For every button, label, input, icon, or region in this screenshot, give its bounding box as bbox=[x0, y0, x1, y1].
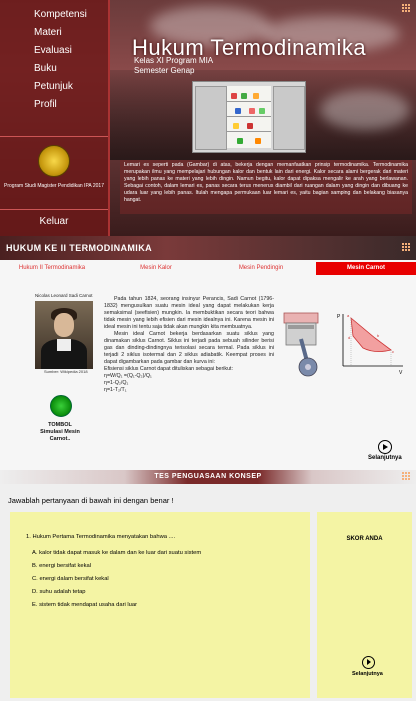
sidebar: Kompetensi Materi Evaluasi Buku Petunjuk… bbox=[0, 0, 110, 236]
tab-mesin-carnot[interactable]: Mesin Carnot bbox=[316, 262, 416, 275]
answer-option-c[interactable]: C. energi dalam bersifat kekal bbox=[32, 576, 109, 582]
materi-screen: HUKUM KE II TERMODINAMIKA Hukum II Termo… bbox=[0, 236, 416, 470]
sidebar-item-evaluasi[interactable]: Evaluasi bbox=[0, 42, 108, 60]
fridge-door bbox=[195, 86, 227, 150]
option-text: energi dalam bersifat kekal bbox=[39, 576, 109, 582]
sidebar-item-kompetensi[interactable]: Kompetensi bbox=[0, 6, 108, 24]
paragraph: Pada tahun 1824, seorang insinyur Peranc… bbox=[104, 296, 274, 330]
class-subtitle: Kelas XI Program MIA bbox=[134, 56, 214, 65]
paragraph: Mesin ideal Carnot bekerja berdasarkan s… bbox=[104, 331, 274, 365]
option-text: sistem tidak mendapat usaha dari luar bbox=[39, 602, 138, 608]
pv-point-d: d bbox=[348, 335, 350, 340]
quiz-header: TES PENGUASAAN KONSEP bbox=[0, 470, 416, 484]
simulation-caption: TOMBOL Simulasi Mesin Carnot.. bbox=[30, 422, 90, 443]
portrait-source: Sumber: Wikipedia 2018 bbox=[44, 369, 88, 374]
option-letter: B. bbox=[32, 563, 38, 569]
formula: η=1-T₂/T₁ bbox=[104, 387, 127, 393]
pv-axis-p: P bbox=[337, 314, 341, 320]
simulation-button[interactable] bbox=[50, 395, 72, 417]
next-button-label[interactable]: Selanjutnya bbox=[352, 671, 383, 677]
piston-engine-image bbox=[283, 312, 319, 377]
sidebar-item-buku[interactable]: Buku bbox=[0, 60, 108, 78]
fridge-interior bbox=[227, 86, 271, 148]
grid-menu-icon[interactable] bbox=[402, 243, 411, 252]
carnot-portrait bbox=[35, 301, 93, 369]
grid-menu-icon[interactable] bbox=[402, 4, 411, 13]
score-label: SKOR ANDA bbox=[346, 536, 383, 542]
refrigerator-image bbox=[192, 81, 306, 153]
answer-option-e[interactable]: E. sistem tidak mendapat usaha dari luar bbox=[32, 602, 137, 608]
simulation-caption-line2: Simulasi Mesin Carnot.. bbox=[40, 429, 80, 442]
play-circle-icon[interactable] bbox=[378, 440, 392, 454]
play-circle-icon[interactable] bbox=[362, 656, 375, 669]
next-button-label[interactable]: Selanjutnya bbox=[368, 455, 402, 461]
sidebar-item-profil[interactable]: Profil bbox=[0, 96, 108, 114]
portrait-caption: Nicolas Leonard Sadi Carnot bbox=[35, 293, 93, 298]
option-text: suhu adalah tetap bbox=[39, 589, 86, 595]
option-text: energi bersifat kekal bbox=[39, 563, 91, 569]
university-logo bbox=[38, 145, 70, 177]
answer-option-a[interactable]: A. kalor tidak dapat masuk ke dalam dan … bbox=[32, 550, 201, 556]
semester-subtitle: Semester Genap bbox=[134, 66, 195, 75]
home-screen: Kompetensi Materi Evaluasi Buku Petunjuk… bbox=[0, 0, 416, 236]
pv-point-a: a bbox=[347, 313, 350, 318]
grid-menu-icon[interactable] bbox=[402, 472, 411, 481]
formula: η=1-Q₂/Q₁ bbox=[104, 380, 129, 386]
answer-option-d[interactable]: D. suhu adalah tetap bbox=[32, 589, 86, 595]
intro-description: Lemari es seperti pada (Gambar) di atas,… bbox=[120, 160, 412, 214]
option-letter: D. bbox=[32, 589, 38, 595]
option-letter: C. bbox=[32, 576, 38, 582]
pv-axis-v: V bbox=[399, 370, 403, 376]
simulation-caption-line1: TOMBOL bbox=[48, 422, 72, 428]
pv-point-c: c bbox=[392, 349, 394, 354]
formula-intro: Efisiensi siklus Carnot dapat dituliskan… bbox=[104, 366, 233, 372]
sidebar-item-petunjuk[interactable]: Petunjuk bbox=[0, 78, 108, 96]
sidebar-item-materi[interactable]: Materi bbox=[0, 24, 108, 42]
answer-option-b[interactable]: B. energi bersifat kekal bbox=[32, 563, 91, 569]
carnot-text: Pada tahun 1824, seorang insinyur Peranc… bbox=[104, 296, 274, 394]
option-letter: A. bbox=[32, 550, 38, 556]
quiz-screen: TES PENGUASAAN KONSEP Jawablah pertanyaa… bbox=[0, 470, 416, 701]
exit-button[interactable]: Keluar bbox=[0, 216, 108, 227]
question-box: 1. Hukum Pertama Termodinamika menyataka… bbox=[10, 512, 310, 698]
tab-bar: Hukum II Termodinamika Mesin Kalor Mesin… bbox=[0, 262, 416, 275]
formula: η=W/Q₁ =(Q₁-Q₂)/Q₁ bbox=[104, 373, 152, 379]
tab-mesin-pendingin[interactable]: Mesin Pendingin bbox=[208, 262, 314, 275]
fridge-door bbox=[273, 86, 305, 150]
smoke-decoration bbox=[320, 90, 410, 130]
pv-diagram: P V a b c d bbox=[337, 313, 403, 376]
org-block: Program Studi Magister Pendidikan IPA 20… bbox=[0, 136, 108, 210]
section-header: HUKUM KE II TERMODINAMIKA bbox=[0, 236, 416, 260]
quiz-instruction: Jawablah pertanyaan di bawah ini dengan … bbox=[8, 496, 174, 505]
question-text: 1. Hukum Pertama Termodinamika menyataka… bbox=[26, 534, 176, 540]
option-text: kalor tidak dapat masuk ke dalam dan ke … bbox=[39, 550, 202, 556]
pv-point-b: b bbox=[377, 333, 380, 338]
section-title: HUKUM KE II TERMODINAMIKA bbox=[6, 243, 152, 253]
tab-mesin-kalor[interactable]: Mesin Kalor bbox=[104, 262, 208, 275]
option-letter: E. bbox=[32, 602, 38, 608]
org-text: Program Studi Magister Pendidikan IPA 20… bbox=[4, 183, 104, 189]
sidebar-menu: Kompetensi Materi Evaluasi Buku Petunjuk… bbox=[0, 6, 108, 114]
tab-hukum-ii[interactable]: Hukum II Termodinamika bbox=[0, 262, 104, 275]
quiz-title: TES PENGUASAAN KONSEP bbox=[154, 473, 262, 480]
